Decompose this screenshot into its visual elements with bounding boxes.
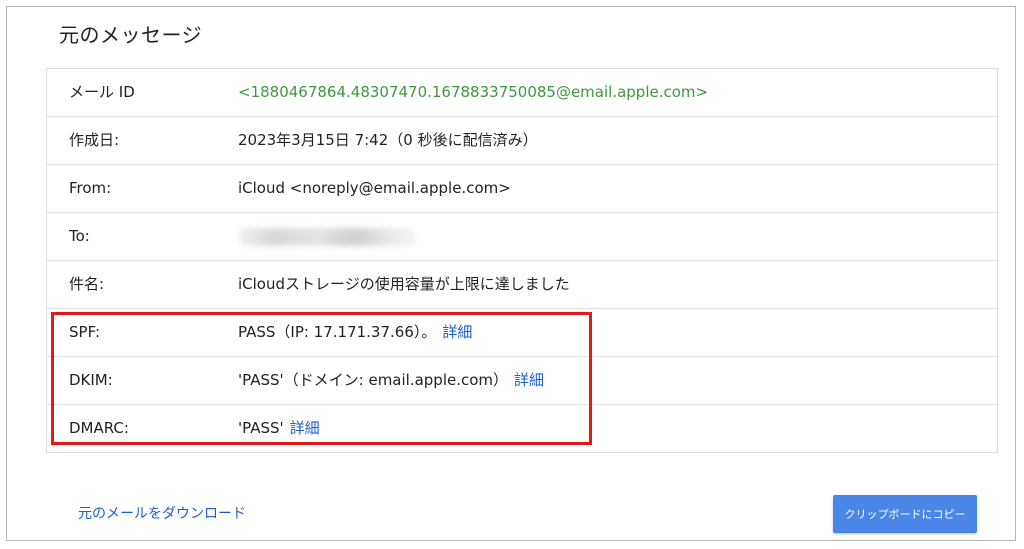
spf-value: PASS（IP: 17.171.37.66）。: [238, 323, 437, 341]
row-label: To:: [69, 227, 90, 245]
row-label: メール ID: [69, 83, 135, 101]
download-original-link[interactable]: 元のメールをダウンロード: [78, 503, 246, 523]
dmarc-value: 'PASS': [238, 419, 284, 437]
row-dkim: DKIM: 'PASS'（ドメイン: email.apple.com） 詳細: [47, 357, 997, 405]
row-label: From:: [69, 179, 112, 197]
created-value: 2023年3月15日 7:42（0 秒後に配信済み）: [238, 131, 538, 149]
row-to: To:: [47, 213, 997, 261]
dkim-value-wrap: 'PASS'（ドメイン: email.apple.com） 詳細: [238, 357, 544, 404]
row-label: 作成日:: [69, 131, 120, 149]
dmarc-details-link[interactable]: 詳細: [290, 419, 320, 437]
row-label: DMARC:: [69, 419, 129, 437]
message-id-value: <1880467864.48307470.1678833750085@email…: [238, 83, 709, 101]
dmarc-value-wrap: 'PASS' 詳細: [238, 405, 320, 452]
header-table: メール ID <1880467864.48307470.167883375008…: [46, 68, 998, 453]
row-from: From: iCloud <noreply@email.apple.com>: [47, 165, 997, 213]
row-label: 件名:: [69, 275, 105, 293]
row-spf: SPF: PASS（IP: 17.171.37.66）。 詳細: [47, 309, 997, 357]
row-created: 作成日: 2023年3月15日 7:42（0 秒後に配信済み）: [47, 117, 997, 165]
spf-value-wrap: PASS（IP: 17.171.37.66）。 詳細: [238, 309, 472, 356]
to-value-redacted: [238, 213, 416, 260]
dkim-details-link[interactable]: 詳細: [514, 371, 544, 389]
row-message-id: メール ID <1880467864.48307470.167883375008…: [47, 69, 997, 117]
dkim-value: 'PASS'（ドメイン: email.apple.com）: [238, 371, 509, 389]
row-label: DKIM:: [69, 371, 113, 389]
row-subject: 件名: iCloudストレージの使用容量が上限に達しました: [47, 261, 997, 309]
redaction-blur: [238, 227, 416, 246]
row-dmarc: DMARC: 'PASS' 詳細: [47, 405, 997, 452]
spf-details-link[interactable]: 詳細: [442, 323, 472, 341]
from-value: iCloud <noreply@email.apple.com>: [238, 179, 511, 197]
page-title: 元のメッセージ: [59, 23, 203, 47]
row-label: SPF:: [69, 323, 101, 341]
copy-to-clipboard-button[interactable]: クリップボードにコピー: [833, 495, 977, 533]
subject-value: iCloudストレージの使用容量が上限に達しました: [238, 275, 570, 293]
original-message-panel: 元のメッセージ メール ID <1880467864.48307470.1678…: [6, 6, 1016, 541]
